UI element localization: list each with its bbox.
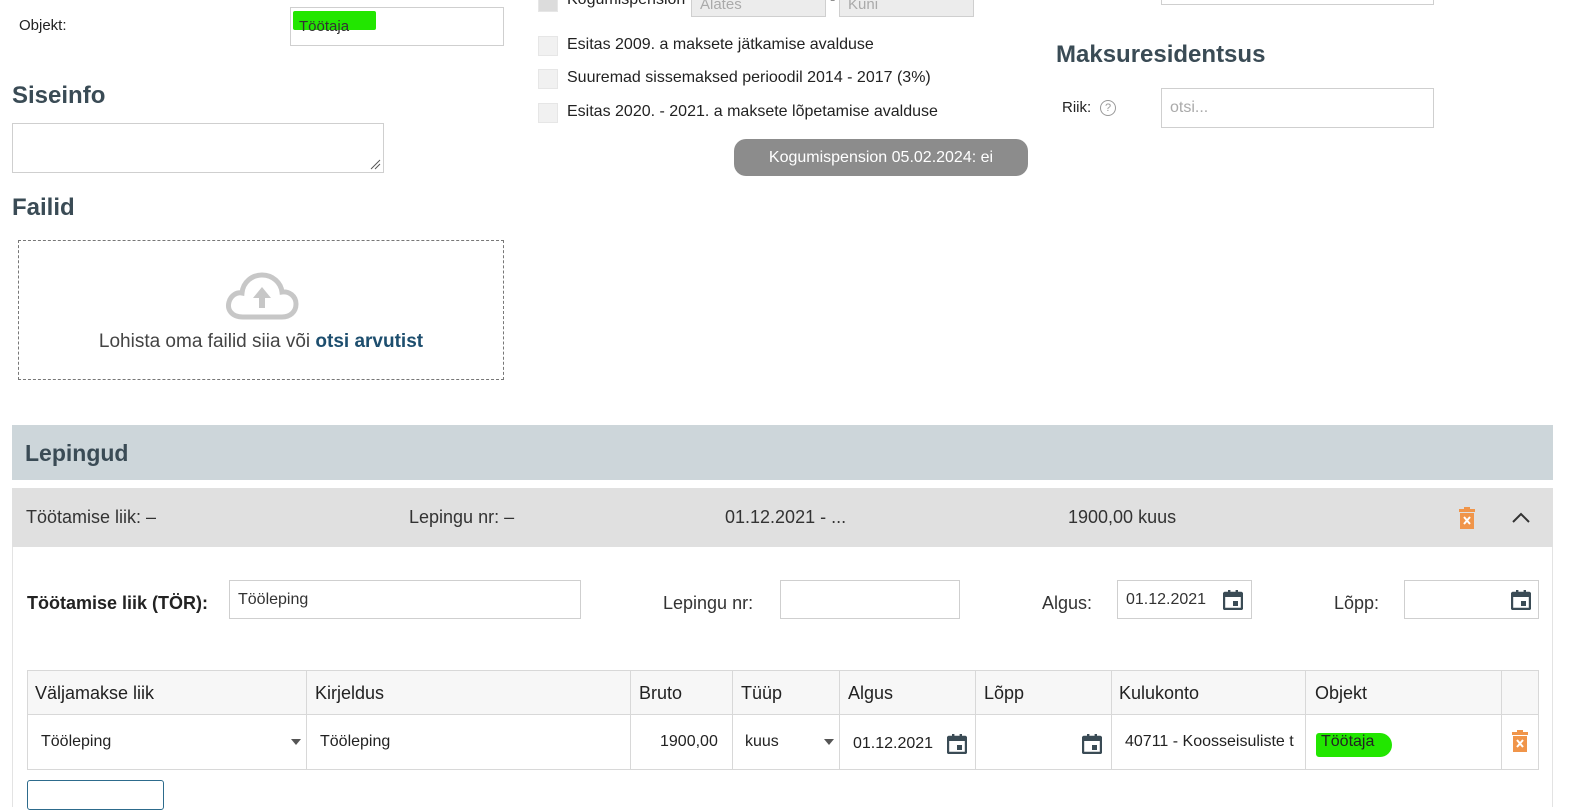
failid-title: Failid xyxy=(12,194,75,221)
cell-bruto[interactable]: 1900,00 xyxy=(660,733,718,751)
help-circle-icon[interactable]: ? xyxy=(1100,100,1116,116)
algus-input[interactable]: 01.12.2021 xyxy=(1117,580,1252,619)
col-divider xyxy=(306,670,307,770)
checkbox-2020-label: Esitas 2020. - 2021. a maksete lõpetamis… xyxy=(567,103,938,120)
header-kirjeldus: Kirjeldus xyxy=(315,683,385,703)
lopp-input[interactable] xyxy=(1404,580,1539,619)
objekt-label: Objekt: xyxy=(19,17,67,34)
lopp-label: Lõpp: xyxy=(1334,593,1380,613)
maksuresidentsus-title: Maksuresidentsus xyxy=(1056,41,1266,68)
checkbox-2009-label: Esitas 2009. a maksete jätkamise avaldus… xyxy=(567,36,874,53)
dropzone-text-main: Lohista oma failid siia või xyxy=(98,331,316,352)
add-row-button[interactable] xyxy=(27,780,164,810)
objekt-value: Töötaja xyxy=(299,18,350,35)
calendar-icon[interactable] xyxy=(1511,590,1531,610)
header-lopp: Lõpp xyxy=(984,683,1025,703)
cell-tyyp[interactable]: kuus xyxy=(745,733,779,751)
riik-label: Riik: xyxy=(1062,99,1092,116)
calendar-icon[interactable] xyxy=(1223,590,1243,610)
col-divider xyxy=(630,670,631,770)
lepingud-title: Lepingud xyxy=(25,440,129,466)
cell-valjamakse-liik[interactable]: Tööleping xyxy=(41,733,111,751)
riik-input[interactable]: otsi... xyxy=(1161,88,1434,128)
pension-from-input[interactable]: Alates xyxy=(691,0,826,17)
lepingud-header: Lepingud xyxy=(12,425,1553,480)
caret-down-icon[interactable] xyxy=(290,738,302,746)
tootamise-liik-label: Töötamise liik (TÖR): xyxy=(27,593,209,613)
summary-amount: 1900,00 kuus xyxy=(1068,507,1177,527)
summary-period: 01.12.2021 - ... xyxy=(725,507,847,527)
table-header-row xyxy=(28,671,1538,715)
summary-tootamise-liik: Töötamise liik: – xyxy=(26,507,157,527)
contract-summary-bar[interactable]: Töötamise liik: – Lepingu nr: – 01.12.20… xyxy=(12,488,1553,547)
col-divider xyxy=(732,670,733,770)
header-objekt: Objekt xyxy=(1315,683,1368,703)
summary-lepingu-nr: Lepingu nr: – xyxy=(409,507,515,527)
checkbox-2014[interactable] xyxy=(538,69,558,89)
checkbox-2020[interactable] xyxy=(538,103,558,123)
browse-link[interactable]: otsi arvutist xyxy=(315,331,423,352)
lepingu-nr-label: Lepingu nr: xyxy=(663,593,754,613)
pension-checkbox[interactable] xyxy=(538,0,558,12)
calendar-icon[interactable] xyxy=(1082,734,1102,754)
trash-icon[interactable] xyxy=(1458,507,1476,529)
cell-objekt[interactable]: Töötaja xyxy=(1321,733,1374,751)
pension-to-placeholder: Kuni xyxy=(848,0,879,13)
col-divider xyxy=(1111,670,1112,770)
algus-value: 01.12.2021 xyxy=(1126,590,1207,608)
algus-label: Algus: xyxy=(1042,593,1093,613)
file-dropzone[interactable]: Lohista oma failid siia või otsi arvutis… xyxy=(18,240,504,380)
col-divider xyxy=(1501,670,1502,770)
col-divider xyxy=(1305,670,1306,770)
header-algus: Algus xyxy=(848,683,894,703)
pension-label: Kogumispension xyxy=(567,0,685,9)
calendar-icon[interactable] xyxy=(947,734,967,754)
top-right-input[interactable] xyxy=(1161,0,1434,5)
pension-dash: - xyxy=(830,0,835,9)
cell-algus[interactable]: 01.12.2021 xyxy=(853,735,933,753)
siseinfo-textarea[interactable] xyxy=(12,123,384,173)
checkbox-2014-label: Suuremad sissemaksed perioodil 2014 - 20… xyxy=(567,69,931,86)
header-tyyp: Tüüp xyxy=(741,683,783,703)
payments-table xyxy=(27,670,1539,770)
tootamise-liik-input[interactable]: Tööleping xyxy=(229,580,581,619)
resize-handle-icon[interactable] xyxy=(369,158,381,170)
objekt-input[interactable]: Töötaja xyxy=(290,7,504,46)
lepingu-nr-input[interactable] xyxy=(780,580,960,619)
tootamise-liik-value: Tööleping xyxy=(238,590,309,608)
header-bruto: Bruto xyxy=(639,683,683,703)
col-divider xyxy=(839,670,840,770)
cloud-upload-icon xyxy=(226,272,299,320)
cell-kulukonto[interactable]: 40711 - Koosseisuliste t xyxy=(1125,733,1297,751)
caret-down-icon[interactable] xyxy=(823,738,835,746)
pension-from-placeholder: Alates xyxy=(700,0,742,13)
header-valjamakse-liik: Väljamakse liik xyxy=(35,683,155,703)
pension-to-input[interactable]: Kuni xyxy=(839,0,974,17)
checkbox-2009[interactable] xyxy=(538,36,558,56)
riik-placeholder: otsi... xyxy=(1170,99,1209,116)
siseinfo-title: Siseinfo xyxy=(12,82,106,109)
chevron-up-icon[interactable] xyxy=(1512,512,1530,524)
dropzone-text: Lohista oma failid siia või otsi arvutis… xyxy=(19,331,503,353)
trash-icon[interactable] xyxy=(1511,730,1529,752)
cell-kirjeldus[interactable]: Tööleping xyxy=(320,733,390,751)
pension-status-button[interactable]: Kogumispension 05.02.2024: ei xyxy=(734,139,1028,176)
col-divider xyxy=(975,670,976,770)
header-kulukonto: Kulukonto xyxy=(1119,683,1200,703)
